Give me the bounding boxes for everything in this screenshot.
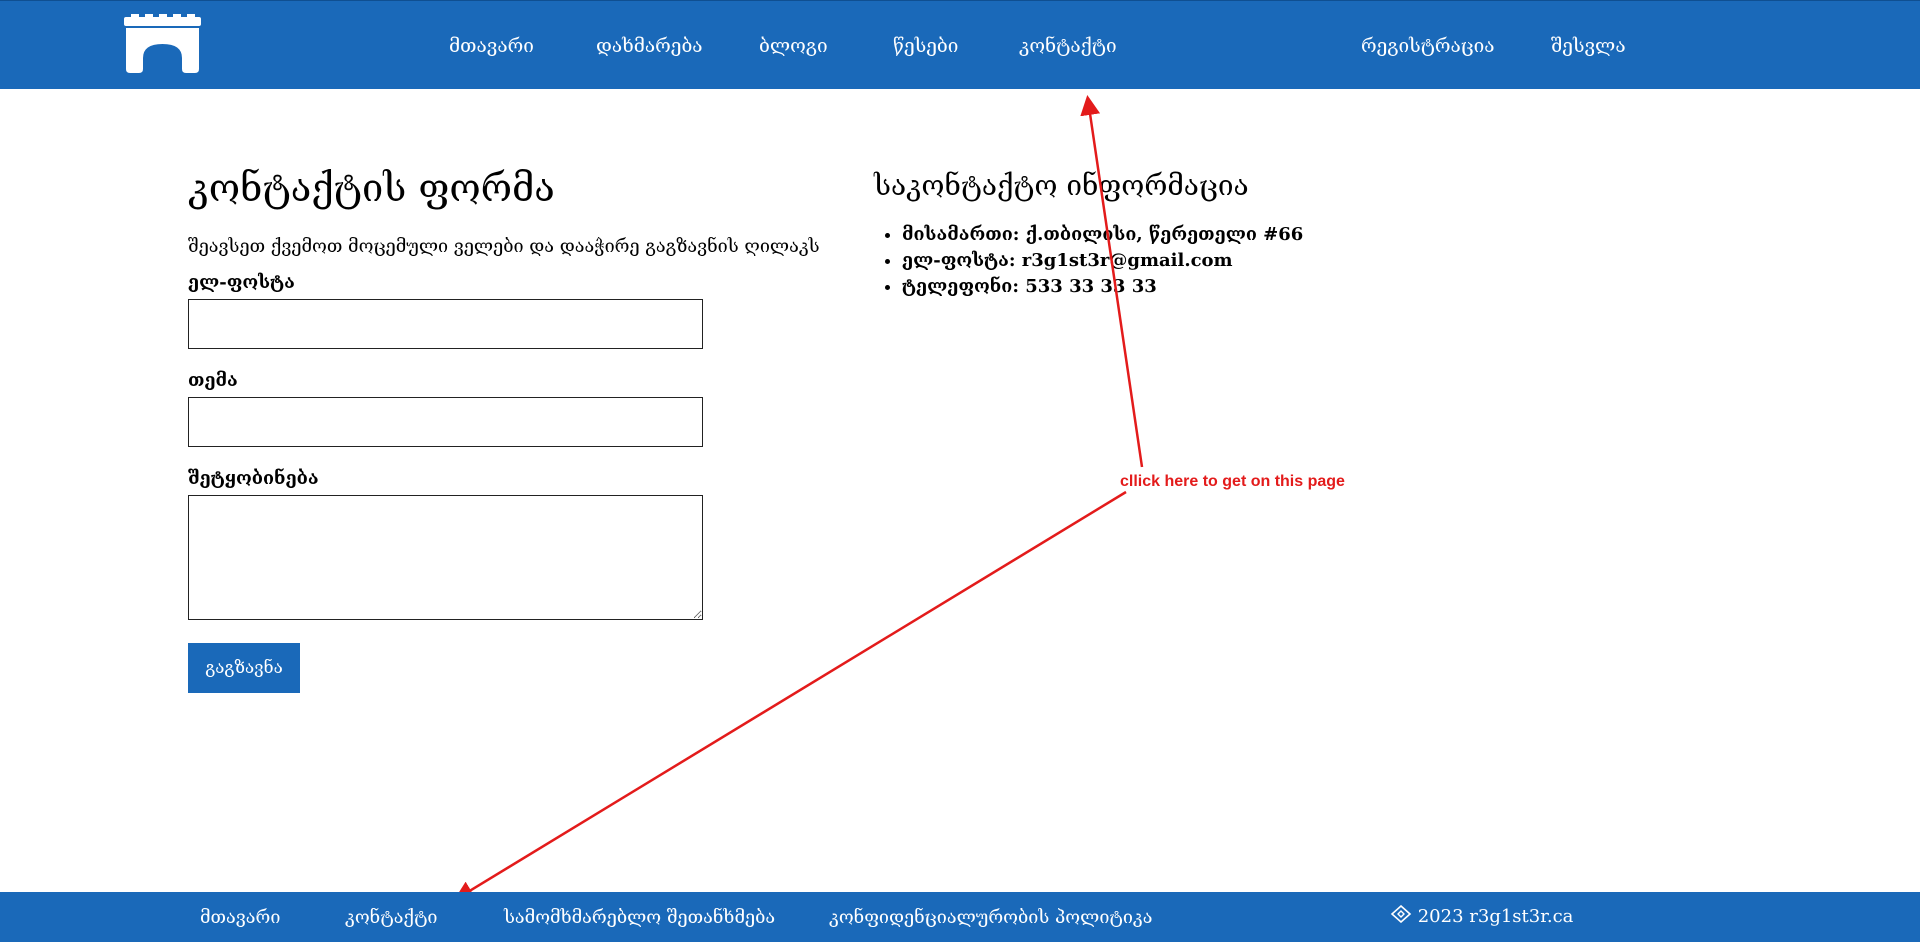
footer-privacy-link[interactable]: კონფიდენციალურობის პოლიტიკა xyxy=(829,906,1152,930)
contact-info-title: საკონტაქტო ინფორმაცია xyxy=(874,169,1249,202)
footer-home-link[interactable]: მთავარი xyxy=(200,906,280,930)
send-button[interactable]: გაგზავნა xyxy=(188,643,300,693)
contact-info-section: საკონტაქტო ინფორმაცია მისამართი: ქ.თბილი… xyxy=(874,168,1394,300)
nav-help-link[interactable]: დახმარება xyxy=(596,34,703,58)
message-label: შეტყობინება xyxy=(188,468,319,489)
contact-form: ელ-ფოსტა თემა შეტყობინება გაგზავნა xyxy=(188,271,828,693)
subject-field[interactable] xyxy=(188,397,703,447)
contact-form-section: კონტაქტის ფორმა შეავსეთ ქვემოთ მოცემული … xyxy=(188,165,828,693)
nav-home-link[interactable]: მთავარი xyxy=(449,34,534,58)
nav-blog-link[interactable]: ბლოგი xyxy=(759,34,828,58)
contact-email: ელ-ფოსტა: r3g1st3r@gmail.com xyxy=(902,248,1394,274)
contact-info-list: მისამართი: ქ.თბილისი, წერეთელი #66 ელ-ფო… xyxy=(874,222,1394,300)
copyright-text: 2023 r3g1st3r.ca xyxy=(1417,906,1574,927)
footer-terms-link[interactable]: სამომხმარებლო შეთანხმება xyxy=(504,906,775,930)
footer: მთავარი კონტაქტი სამომხმარებლო შეთანხმებ… xyxy=(0,892,1920,942)
annotation-label: cllick here to get on this page xyxy=(1120,473,1345,490)
nav-rules-link[interactable]: წესები xyxy=(893,34,958,58)
contact-form-description: შეავსეთ ქვემოთ მოცემული ველები და დააჭირ… xyxy=(188,236,820,257)
contact-phone: ტელეფონი: 533 33 33 33 xyxy=(902,274,1394,300)
subject-label: თემა xyxy=(188,370,238,391)
top-navbar: მთავარი დახმარება ბლოგი წესები კონტაქტი … xyxy=(0,0,1920,89)
login-link[interactable]: შესვლა xyxy=(1551,34,1626,58)
message-textarea[interactable] xyxy=(188,495,703,620)
contact-form-title: კონტაქტის ფორმა xyxy=(188,166,555,210)
bridge-logo-icon[interactable] xyxy=(124,14,201,74)
footer-contact-link[interactable]: კონტაქტი xyxy=(345,906,438,930)
email-field[interactable] xyxy=(188,299,703,349)
email-label: ელ-ფოსტა xyxy=(188,272,295,293)
register-link[interactable]: რეგისტრაცია xyxy=(1361,34,1495,58)
contact-address: მისამართი: ქ.თბილისი, წერეთელი #66 xyxy=(902,222,1394,248)
copyright-icon xyxy=(1390,905,1412,923)
footer-copyright: 2023 r3g1st3r.ca xyxy=(1390,905,1573,929)
nav-contact-link[interactable]: კონტაქტი xyxy=(1019,34,1117,58)
